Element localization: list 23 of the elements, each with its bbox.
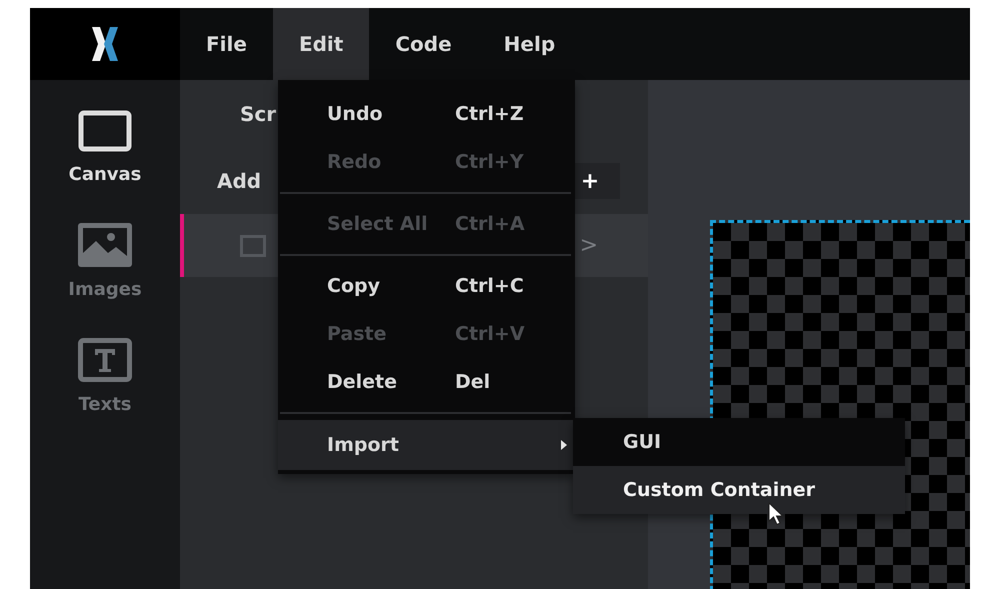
menu-item[interactable]: Copy Ctrl+C bbox=[278, 262, 575, 310]
menu-tab[interactable]: Edit bbox=[272, 8, 370, 80]
mouse-pointer-icon bbox=[768, 502, 784, 526]
image-icon bbox=[78, 223, 132, 267]
sidebar-item[interactable]: Canvas bbox=[68, 110, 142, 185]
text-box-icon bbox=[78, 338, 132, 382]
menu-item[interactable]: Delete Del bbox=[278, 358, 575, 406]
menu-item[interactable]: Import bbox=[278, 420, 575, 470]
menu-item[interactable]: Undo Ctrl+Z bbox=[278, 90, 575, 138]
menu-tab[interactable]: File bbox=[180, 8, 273, 80]
sidebar-item[interactable]: Images bbox=[68, 223, 142, 300]
logo-icon bbox=[90, 27, 120, 61]
menu-tab[interactable]: Code bbox=[369, 8, 478, 80]
rectangle-icon bbox=[78, 110, 132, 152]
chevron: > bbox=[580, 233, 598, 258]
square-icon bbox=[240, 234, 266, 256]
menu-tab[interactable]: Help bbox=[478, 8, 582, 80]
submenu-arrow-icon bbox=[561, 440, 567, 450]
add-label: Add bbox=[217, 169, 262, 193]
sidebar-item[interactable]: Texts bbox=[78, 338, 132, 415]
menu-item[interactable]: Custom Container bbox=[573, 466, 905, 514]
panel-heading: Scr bbox=[240, 102, 276, 128]
menu-item[interactable]: GUI bbox=[573, 418, 905, 466]
